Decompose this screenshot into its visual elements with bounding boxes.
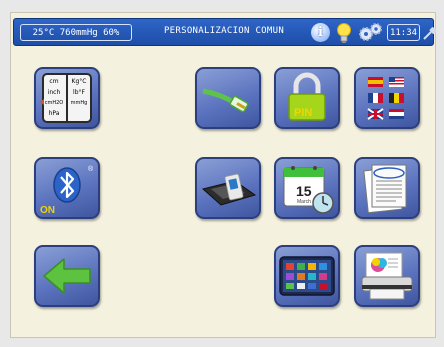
page-title: PERSONALIZACION COMUN [163,26,285,36]
bluetooth-state: ON [40,205,55,216]
unit-hpa: hPa [49,110,60,117]
unit-kg: Kg°C [72,78,87,85]
info-icon[interactable]: i [311,23,330,42]
status-bar: 25°C 760mmHg 60% PERSONALIZACION COMUN i… [13,18,437,46]
lightbulb-icon[interactable] [336,22,352,44]
printer-button[interactable] [354,245,420,307]
registered-mark: ® [88,165,94,173]
apps-button[interactable] [274,245,340,307]
unit-cm: cm [49,78,58,85]
pin-label: PIN [294,107,312,119]
calendar-day: 15 [296,183,312,199]
unit-cmh2o: cmH2O [45,100,64,106]
unit-inch: inch [48,89,61,96]
arrow-left-icon [43,258,91,294]
tablet-apps-icon [279,256,335,296]
clock: 11:34 [387,24,420,41]
card-reader-button[interactable] [195,157,261,219]
padlock-icon: PIN [288,72,326,121]
network-button[interactable] [195,67,261,129]
calendar-month: March [297,199,311,205]
plug-icon [423,27,437,40]
card-terminal-icon [201,173,257,206]
bluetooth-button[interactable]: ® ON [34,157,100,219]
pin-lock-button[interactable]: PIN [274,67,340,129]
date-button[interactable]: 15 March [274,157,340,219]
environment-readout: 25°C 760mmHg 60% [20,24,132,41]
printer-icon [361,252,413,300]
report-button[interactable] [354,157,420,219]
unit-lb: lb°F [73,89,85,96]
gears-icon[interactable] [356,22,384,44]
language-button[interactable] [354,67,420,129]
flags-icon [367,77,404,120]
document-icon [363,164,407,214]
units-button[interactable]: cm inch cmH2O hPa Kg°C lb°F mmHg [34,67,100,129]
unit-mmhg: mmHg [71,100,88,106]
back-button[interactable] [34,245,100,307]
ethernet-cable-icon [202,88,249,113]
